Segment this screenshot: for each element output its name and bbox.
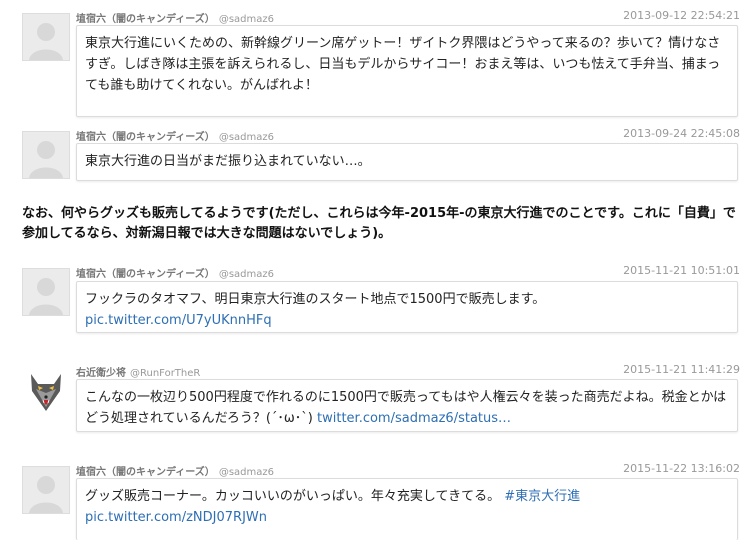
author-name[interactable]: 右近衛少将 (76, 368, 126, 379)
author-name[interactable]: 埴宿六（闇のキャンディーズ） (76, 132, 215, 143)
tweet-text: 東京大行進にいくための、新幹線グリーン席ゲットー！ザイトク界隈はどうやって来るの… (85, 36, 721, 93)
hashtag-link[interactable]: #東京大行進 (504, 489, 580, 504)
tweet-text-box: 東京大行進の日当がまだ振り込まれていない…。 (76, 143, 738, 181)
default-avatar-icon[interactable] (22, 466, 70, 514)
tweet-link[interactable]: twitter.com/sadmaz6/status… (317, 411, 511, 426)
author-handle[interactable]: @sadmaz6 (219, 269, 274, 280)
tweet-author[interactable]: 埴宿六（闇のキャンディーズ） @sadmaz6 (76, 10, 274, 25)
default-avatar-icon[interactable] (22, 268, 70, 316)
commentary-note: なお、何やらグッズも販売してるようです(ただし、これらは今年-2015年-の東京… (22, 206, 736, 241)
default-avatar-icon[interactable] (22, 13, 70, 61)
tweet-text: 東京大行進の日当がまだ振り込まれていない…。 (85, 154, 371, 169)
tweet-text: フックラのタオマフ、明日東京大行進のスタート地点で1500円で販売します。 (85, 292, 546, 307)
wolf-avatar-icon[interactable] (22, 367, 70, 415)
tweet-text-box: 東京大行進にいくための、新幹線グリーン席ゲットー！ザイトク界隈はどうやって来るの… (76, 25, 738, 117)
tweet-link[interactable]: pic.twitter.com/zNDJ07RJWn (85, 510, 267, 525)
tweet-text-box: グッズ販売コーナー。カッコいいのがいっぱい。年々充実してきてる。 #東京大行進 … (76, 478, 738, 540)
author-name[interactable]: 埴宿六（闇のキャンディーズ） (76, 14, 215, 25)
author-name[interactable]: 埴宿六（闇のキャンディーズ） (76, 467, 215, 478)
author-name[interactable]: 埴宿六（闇のキャンディーズ） (76, 269, 215, 280)
author-handle[interactable]: @RunForTheR (130, 368, 200, 379)
default-avatar-icon[interactable] (22, 131, 70, 179)
tweet-text-box: フックラのタオマフ、明日東京大行進のスタート地点で1500円で販売します。 pi… (76, 281, 738, 333)
tweet-text-box: こんなの一枚辺り500円程度で作れるのに1500円で販売ってもはや人権云々を装っ… (76, 379, 738, 432)
tweet-timestamp[interactable]: 2015-11-21 10:51:01 (623, 264, 740, 277)
tweet-timestamp[interactable]: 2013-09-12 22:54:21 (623, 9, 740, 22)
author-handle[interactable]: @sadmaz6 (219, 467, 274, 478)
tweet-timestamp[interactable]: 2015-11-22 13:16:02 (623, 462, 740, 475)
tweet-timestamp[interactable]: 2015-11-21 11:41:29 (623, 363, 740, 376)
author-handle[interactable]: @sadmaz6 (219, 132, 274, 143)
tweet-text: グッズ販売コーナー。カッコいいのがいっぱい。年々充実してきてる。 (85, 489, 501, 504)
tweet-author[interactable]: 埴宿六（闇のキャンディーズ） @sadmaz6 (76, 463, 274, 478)
tweet-link[interactable]: pic.twitter.com/U7yUKnnHFq (85, 313, 272, 328)
tweet-timestamp[interactable]: 2013-09-24 22:45:08 (623, 127, 740, 140)
tweet-author[interactable]: 右近衛少将 @RunForTheR (76, 364, 200, 379)
tweet-author[interactable]: 埴宿六（闇のキャンディーズ） @sadmaz6 (76, 128, 274, 143)
author-handle[interactable]: @sadmaz6 (219, 14, 274, 25)
tweet-author[interactable]: 埴宿六（闇のキャンディーズ） @sadmaz6 (76, 265, 274, 280)
